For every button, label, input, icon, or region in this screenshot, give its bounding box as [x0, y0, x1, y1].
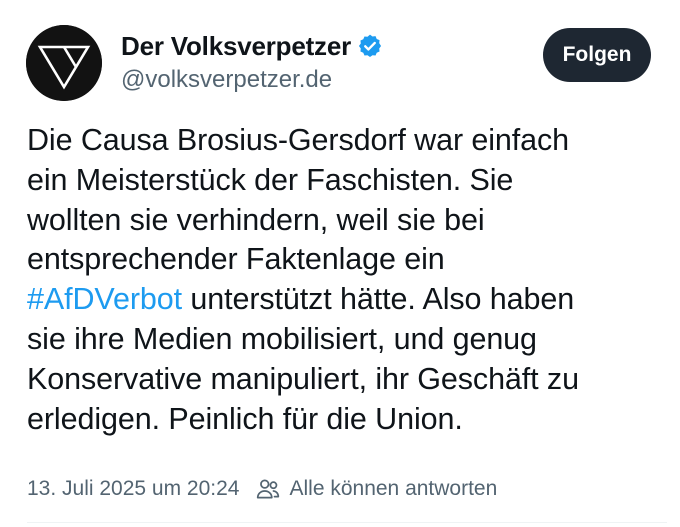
author-handle[interactable]: @volksverpetzer.de: [121, 66, 332, 94]
post-text-line: Konservative manipuliert, ihr Geschäft z…: [27, 361, 579, 396]
reply-setting-label: Alle können antworten: [289, 477, 498, 500]
post-text-fragment: unterstützt hätte. Also haben: [182, 282, 575, 317]
post-text-line: ein Meisterstück der Faschisten. Sie: [27, 162, 514, 197]
post-text-line: erledigen. Peinlich für die Union.: [27, 401, 463, 436]
volksverpetzer-logo-icon: [26, 25, 102, 101]
divider: [27, 522, 667, 523]
post-text-line: Die Causa Brosius-Gersdorf war einfach: [27, 123, 570, 157]
post-timestamp[interactable]: 13. Juli 2025 um 20:24: [27, 477, 239, 501]
hashtag-link[interactable]: #AfDVerbot: [27, 282, 182, 316]
post-meta: 13. Juli 2025 um 20:24 Alle können antwo…: [27, 474, 497, 504]
verified-badge-icon: [357, 33, 383, 59]
author-name-row: Der Volksverpetzer: [121, 30, 383, 62]
avatar[interactable]: [26, 25, 102, 101]
post-text-line: wollten sie verhindern, weil sie bei: [27, 202, 485, 237]
post-text: Die Causa Brosius-Gersdorf war einfach e…: [27, 121, 667, 439]
post-text-line: entsprechender Faktenlage ein: [27, 242, 445, 277]
people-icon: [255, 476, 281, 502]
post-text-line: sie ihre Medien mobilisiert, und genug: [27, 321, 537, 356]
follow-button[interactable]: Folgen: [543, 28, 651, 82]
post-card: Der Volksverpetzer @volksverpetzer.de Fo…: [0, 0, 680, 527]
author-display-name[interactable]: Der Volksverpetzer: [121, 31, 351, 62]
post-text-line-with-hashtag: #AfDVerbot unterstützt hätte. Also haben: [27, 280, 667, 320]
